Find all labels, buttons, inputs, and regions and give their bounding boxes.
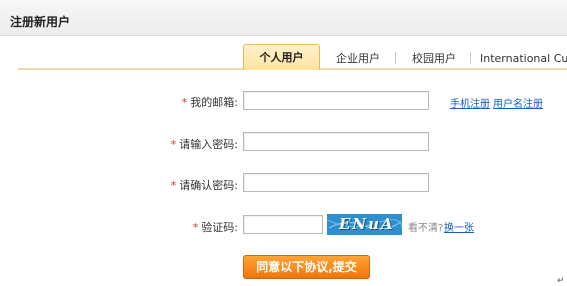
tab-separator	[470, 52, 471, 64]
tab-international[interactable]: International Cus	[480, 48, 567, 70]
confirm-password-label: * 请确认密码:	[138, 177, 238, 193]
email-label: * 我的邮箱:	[138, 94, 238, 110]
return-arrow-icon: ↵	[557, 276, 565, 286]
required-mark: *	[181, 96, 188, 109]
tab-separator	[395, 52, 396, 64]
required-mark: *	[192, 221, 199, 234]
password-label: * 请输入密码:	[138, 136, 238, 152]
required-mark: *	[170, 138, 177, 151]
captcha-label-text: 验证码:	[201, 221, 238, 234]
email-label-text: 我的邮箱:	[190, 96, 238, 109]
captcha-label: * 验证码:	[138, 219, 238, 235]
email-field[interactable]	[243, 91, 429, 110]
phone-register-link[interactable]: 手机注册	[450, 95, 490, 110]
confirm-password-field[interactable]	[243, 173, 429, 192]
tab-personal-user[interactable]: 个人用户	[243, 44, 320, 70]
header-bar: 注册新用户	[0, 0, 567, 36]
captcha-field[interactable]	[243, 215, 323, 234]
captcha-text: ENuA	[339, 215, 395, 233]
password-field[interactable]	[243, 132, 429, 151]
tab-enterprise-user[interactable]: 企业用户	[336, 48, 380, 70]
password-label-text: 请输入密码:	[179, 138, 238, 151]
tab-campus-user[interactable]: 校园用户	[412, 48, 456, 70]
tab-strip: 个人用户 企业用户 校园用户 International Cus	[18, 44, 567, 70]
page-title: 注册新用户	[10, 15, 71, 29]
refresh-captcha-link[interactable]: 换一张	[444, 219, 474, 234]
unclear-hint: 看不清?	[408, 223, 444, 234]
confirm-password-label-text: 请确认密码:	[179, 179, 238, 192]
captcha-image[interactable]: ENuA	[327, 214, 402, 235]
username-register-link[interactable]: 用户名注册	[493, 95, 543, 110]
submit-button[interactable]: 同意以下协议,提交	[243, 255, 370, 279]
required-mark: *	[170, 179, 177, 192]
